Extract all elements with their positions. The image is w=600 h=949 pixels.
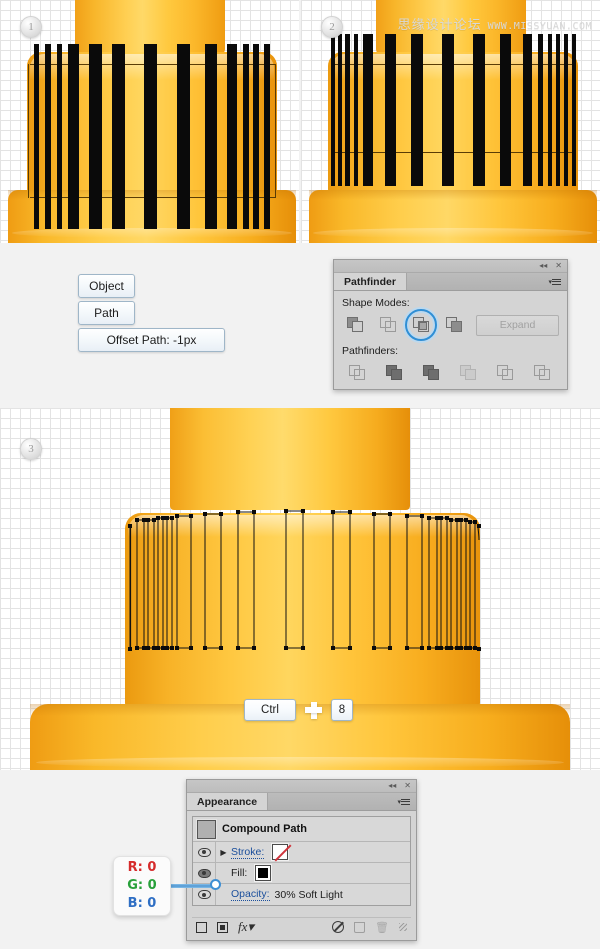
pathfinder-tabbar: Pathfinder ▾ [334, 273, 567, 291]
stroke-label[interactable]: Stroke: [231, 846, 265, 859]
shape-mode-exclude-button[interactable] [441, 314, 467, 336]
appearance-row-fill[interactable]: Fill: [193, 863, 410, 884]
menu-path-button[interactable]: Path [78, 301, 135, 325]
watermark: 思缘设计论坛 WWW.MISSYUAN.COM [398, 14, 592, 33]
appearance-row-stroke[interactable]: ▶ Stroke: [193, 842, 410, 863]
shape-mode-intersect-button[interactable] [408, 314, 434, 336]
pathfinder-outline-button[interactable] [492, 362, 518, 384]
menu-object-button[interactable]: Object [78, 274, 135, 298]
step-1-artboard: 1 [0, 0, 299, 243]
fill-label: Fill: [231, 867, 248, 879]
rgb-callout: R: 0 G: 0 B: 0 [113, 856, 171, 916]
rgb-b-value: B: 0 [127, 896, 157, 911]
pathfinder-body: Shape Modes: Expand Pathfinders: [334, 291, 567, 384]
anchor-points [128, 509, 481, 651]
watermark-chinese: 思缘设计论坛 [397, 18, 482, 33]
step-badge-2: 2 [321, 16, 343, 38]
shape-modes-label: Shape Modes: [342, 297, 410, 309]
delete-item-icon[interactable]: 🗑 [375, 921, 389, 934]
plus-icon [305, 701, 322, 719]
pathfinder-crop-button[interactable] [455, 362, 481, 384]
collapse-icon[interactable]: ◂◂ [539, 262, 547, 270]
shape-mode-minus-front-button[interactable] [375, 314, 401, 336]
tutorial-screenshot: 1 2 思缘设计论坛 WWW.MISSYUAN.COM Object Path … [0, 0, 600, 949]
expand-arrow-icon[interactable]: ▶ [216, 848, 231, 857]
object-title: Compound Path [222, 823, 307, 835]
menu-trail: Object Path Offset Path: -1px [78, 274, 225, 352]
rgb-r-value: R: 0 [127, 860, 157, 875]
panel-menu-area: ▾ [407, 273, 567, 290]
panel-menu-area: ▾ [268, 793, 416, 810]
pathfinder-merge-button[interactable] [418, 362, 444, 384]
cap-left-path [28, 64, 29, 198]
pathfinder-panel[interactable]: ◂◂ ✕ Pathfinder ▾ Shape Modes: Expand Pa… [333, 259, 568, 390]
body-top-shade [309, 190, 597, 200]
clear-appearance-icon[interactable] [332, 921, 345, 933]
add-new-fill-icon[interactable] [217, 921, 228, 933]
pathfinder-trim-button[interactable] [381, 362, 407, 384]
appearance-footer: fx▾ 🗑 [192, 917, 411, 936]
panel-menu-icon[interactable]: ▾ [548, 277, 561, 286]
appearance-object-row[interactable]: Compound Path [193, 817, 410, 842]
close-icon[interactable]: ✕ [555, 262, 562, 270]
fill-swatch[interactable] [254, 864, 273, 882]
appearance-row-opacity[interactable]: Opacity: 30% Soft Light [193, 884, 410, 905]
opacity-value: 30% Soft Light [274, 888, 343, 901]
tab-appearance[interactable]: Appearance [187, 793, 269, 810]
pathfinders-row [342, 362, 559, 384]
visibility-toggle[interactable] [193, 842, 216, 862]
expand-button[interactable]: Expand [476, 314, 559, 336]
pathfinder-titlebar: ◂◂ ✕ [334, 260, 567, 273]
resize-grip-icon[interactable] [399, 923, 407, 931]
close-icon[interactable]: ✕ [404, 782, 411, 790]
appearance-panel[interactable]: ◂◂ ✕ Appearance ▾ Compound Path ▶ Stroke… [186, 779, 417, 941]
duplicate-item-icon[interactable] [354, 921, 366, 933]
keyboard-shortcut: Ctrl 8 [244, 699, 353, 721]
panel-menu-icon[interactable]: ▾ [397, 797, 410, 806]
add-new-stroke-icon[interactable] [196, 921, 207, 933]
tab-pathfinder[interactable]: Pathfinder [334, 273, 407, 290]
shape-mode-unite-button[interactable] [342, 314, 368, 336]
step-2-artboard: 2 思缘设计论坛 WWW.MISSYUAN.COM [301, 0, 600, 243]
key-ctrl[interactable]: Ctrl [244, 699, 296, 721]
step-badge-3: 3 [20, 438, 42, 460]
key-8[interactable]: 8 [331, 699, 353, 721]
callout-connector-dot [210, 879, 221, 890]
object-thumbnail [196, 818, 217, 840]
rgb-g-value: G: 0 [127, 878, 157, 893]
appearance-list: Compound Path ▶ Stroke: Fill: Opacity: 3… [192, 816, 411, 906]
opacity-label[interactable]: Opacity: [231, 888, 270, 901]
watermark-english: WWW.MISSYUAN.COM [487, 21, 592, 32]
shape-modes-row: Expand [342, 314, 559, 336]
cap-right-path [275, 64, 276, 198]
appearance-titlebar: ◂◂ ✕ [187, 780, 416, 793]
step-badge-1: 1 [20, 16, 42, 38]
collapse-icon[interactable]: ◂◂ [388, 782, 396, 790]
pathfinders-label: Pathfinders: [342, 345, 399, 357]
menu-offset-path-button[interactable]: Offset Path: -1px [78, 328, 225, 352]
add-new-effect-icon[interactable]: fx▾ [238, 919, 254, 935]
pathfinder-divide-button[interactable] [344, 362, 370, 384]
appearance-tabbar: Appearance ▾ [187, 793, 416, 811]
pathfinder-minus-back-button[interactable] [529, 362, 555, 384]
stroke-swatch[interactable] [271, 843, 290, 861]
